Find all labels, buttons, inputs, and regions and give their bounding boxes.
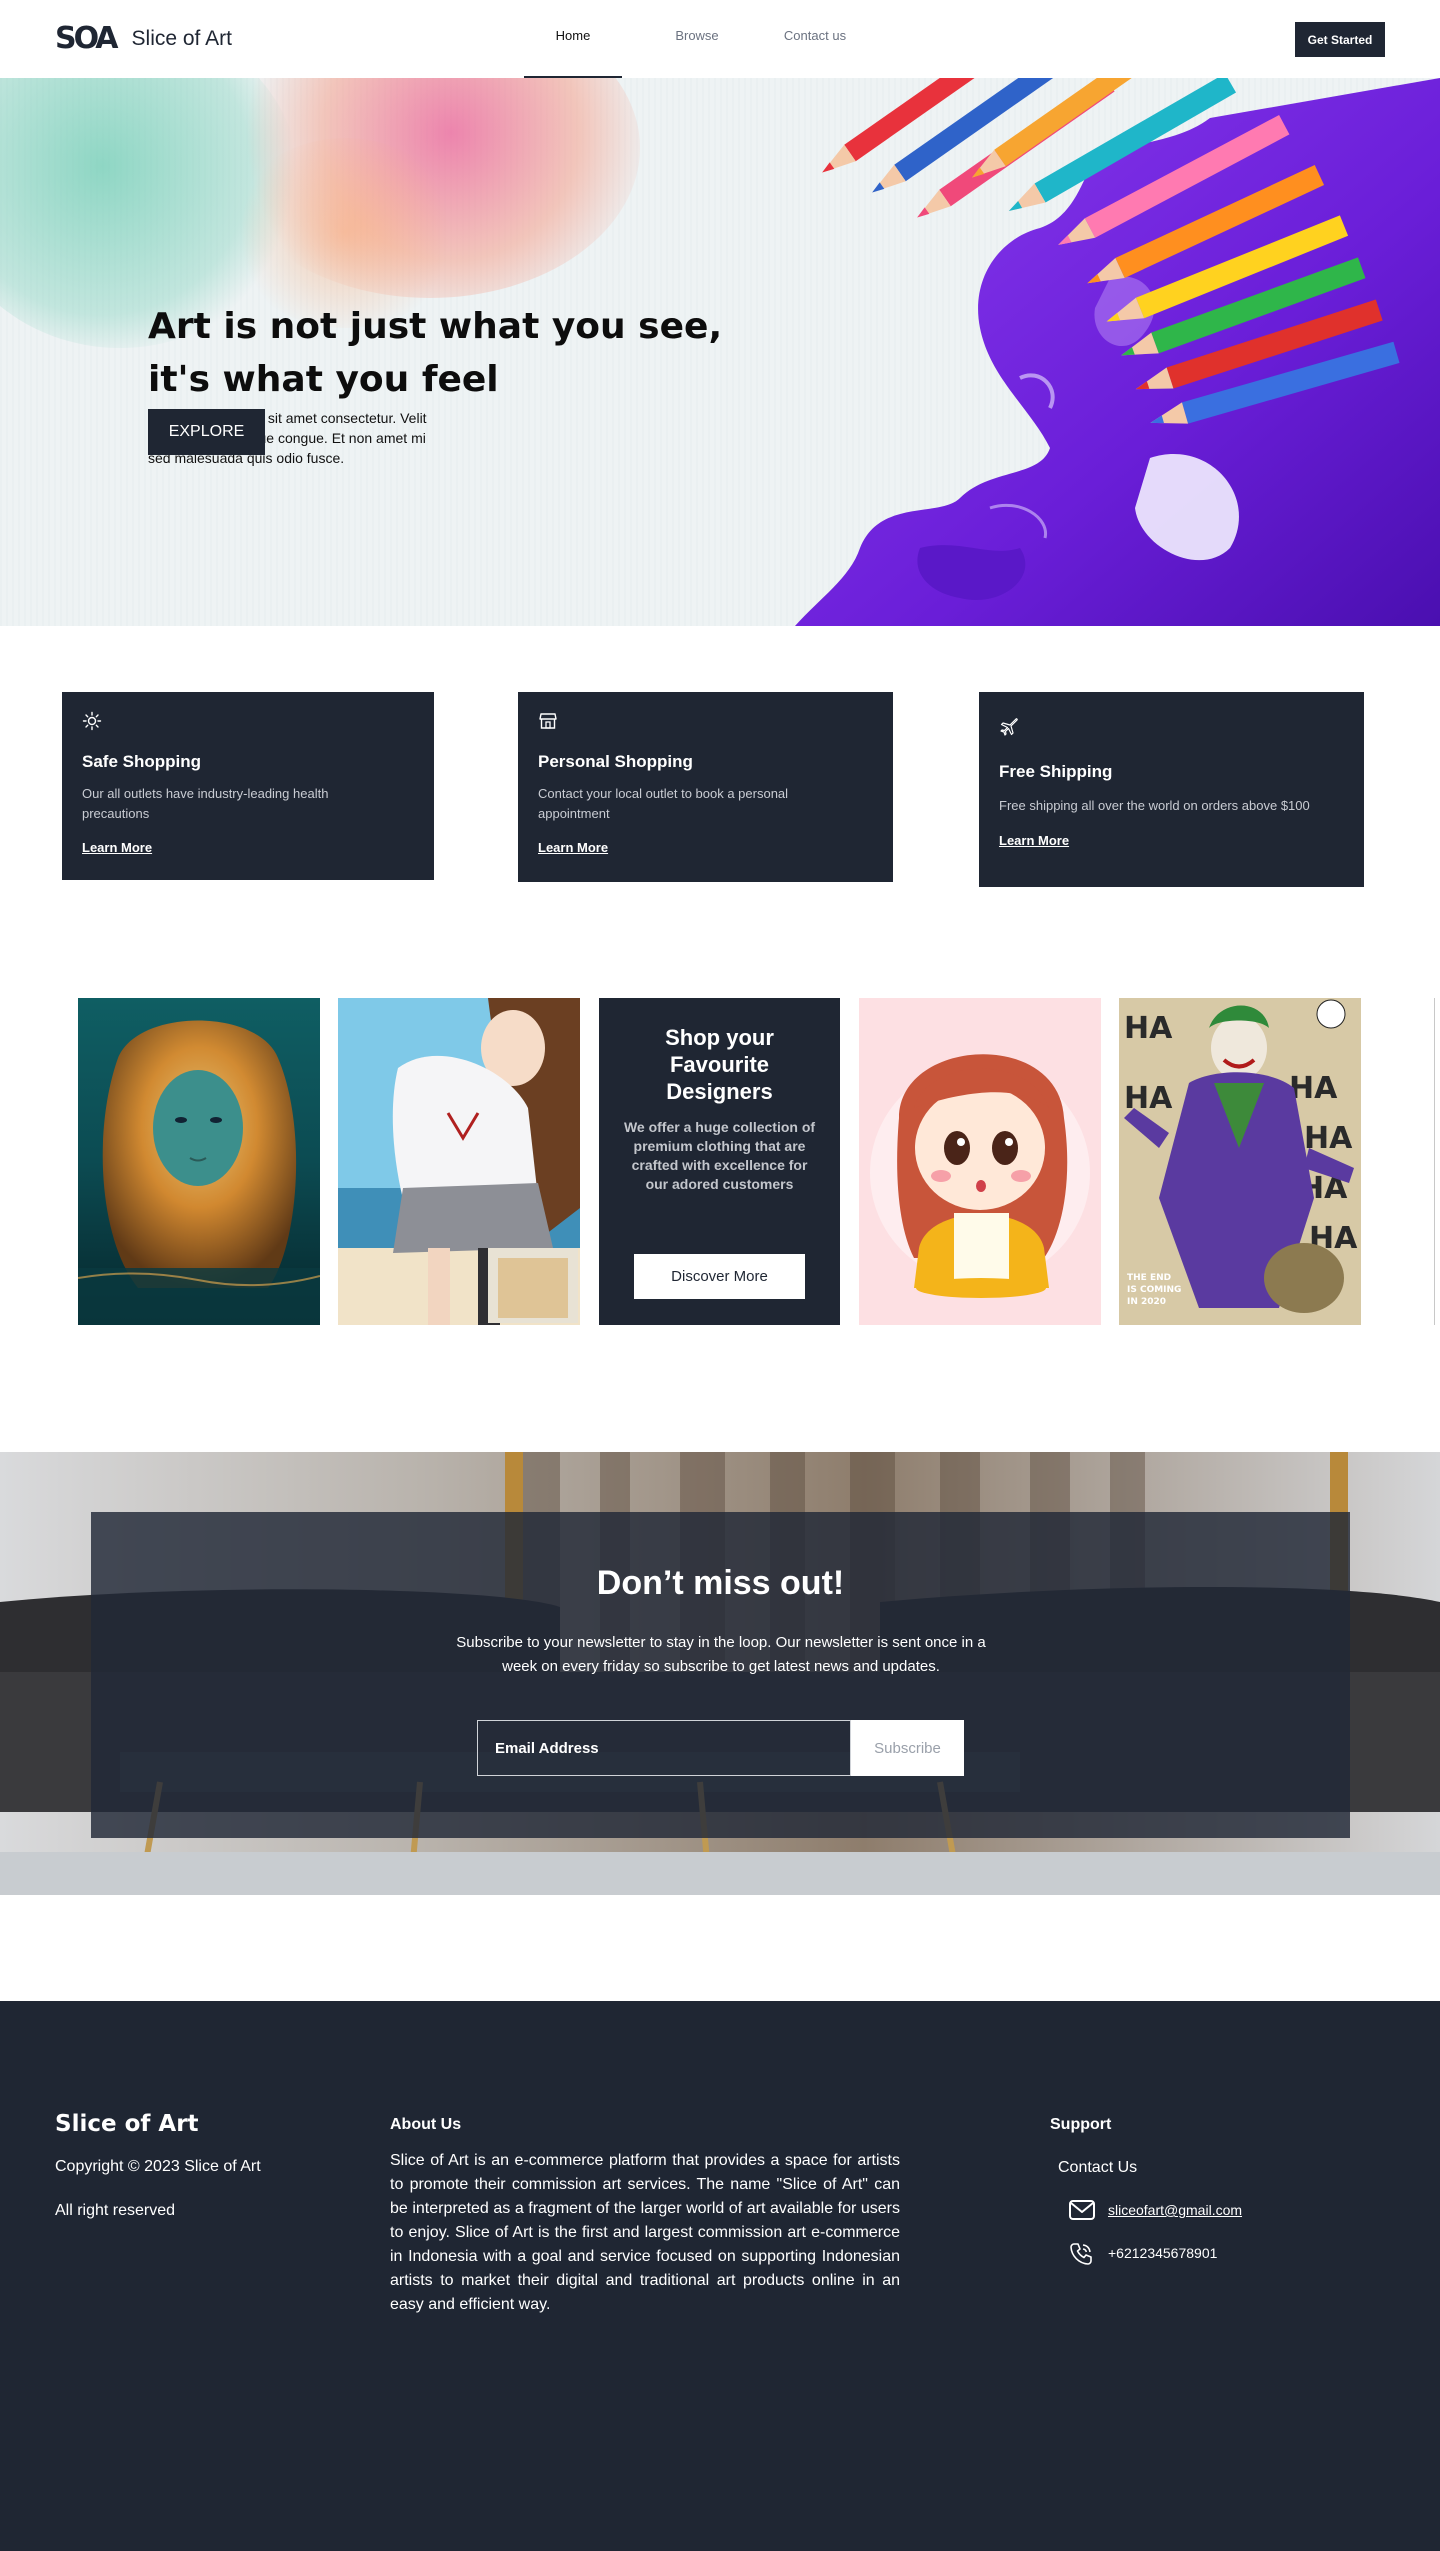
feature-title: Personal Shopping <box>538 752 693 771</box>
feature-text: Contact your local outlet to book a pers… <box>538 786 789 821</box>
about-us-text: Slice of Art is an e-commerce platform t… <box>390 2152 900 2313</box>
top-navbar: SOA Slice of Art Home Browse Contact us … <box>0 0 1440 78</box>
learn-more-link[interactable]: Learn More <box>538 840 608 855</box>
promo-title-line: Favourite <box>669 1052 770 1077</box>
explore-button[interactable]: EXPLORE <box>148 409 265 455</box>
sun-icon <box>82 711 102 731</box>
svg-text:HA: HA <box>1289 1071 1338 1106</box>
promo-title: Shop your Favourite Designers <box>599 1024 840 1105</box>
newsletter-section: Don’t miss out! Subscribe to your newsle… <box>0 1452 1440 1895</box>
newsletter-title: Don’t miss out! <box>596 1564 845 1602</box>
gallery-image-joker-comic[interactable]: HA HA HA HA HA HA THE END IS COMING IN 2020 <box>1119 998 1361 1325</box>
store-icon <box>539 713 557 729</box>
mail-icon <box>1069 2200 1095 2220</box>
discover-more-button[interactable]: Discover More <box>634 1254 805 1299</box>
about-us-heading: About Us <box>390 2116 462 2133</box>
feature-text: Our all outlets have industry-leading he… <box>82 786 329 821</box>
feature-title: Free Shipping <box>999 762 1113 781</box>
email-address-input[interactable]: Email Address <box>477 1720 851 1776</box>
feature-card-personal-shopping: Personal Shopping Contact your local out… <box>518 692 893 882</box>
promo-title-line: Designers <box>666 1079 773 1104</box>
learn-more-link[interactable]: Learn More <box>999 833 1069 848</box>
newsletter-description: Subscribe to your newsletter to stay in … <box>456 1634 986 1675</box>
hero-banner: Art is not just what you see, it's what … <box>0 78 1440 626</box>
colored-pencils-illustration <box>822 78 1400 424</box>
main-nav: Home Browse Contact us <box>524 0 858 78</box>
airplane-icon <box>1000 718 1018 736</box>
contact-us-link[interactable]: Contact Us <box>1058 2159 1137 2177</box>
hero-title: Art is not just what you see, it's what … <box>148 300 748 406</box>
gallery-image-schoolgirl[interactable] <box>338 998 580 1325</box>
artwork-image <box>78 998 320 1325</box>
learn-more-link[interactable]: Learn More <box>82 840 152 855</box>
logo-mark: SOA <box>55 21 119 56</box>
comic-caption: THE END <box>1127 1273 1171 1283</box>
feature-text: Free shipping all over the world on orde… <box>999 798 1310 813</box>
nav-link-home[interactable]: Home <box>524 0 622 78</box>
svg-text:HA: HA <box>1124 1011 1173 1046</box>
artwork-image <box>859 998 1101 1325</box>
support-phone: +6212345678901 <box>1108 2245 1218 2261</box>
feature-title: Safe Shopping <box>82 752 201 771</box>
svg-text:IN 2020: IN 2020 <box>1127 1297 1166 1307</box>
promo-text: We offer a huge collection of premium cl… <box>623 1119 816 1192</box>
support-heading: Support <box>1050 2116 1112 2133</box>
newsletter-panel: Don’t miss out! Subscribe to your newsle… <box>91 1512 1350 1838</box>
gallery-image-underwater-girl[interactable] <box>78 998 320 1325</box>
support-email-link[interactable]: sliceofart@gmail.com <box>1108 2202 1242 2218</box>
feature-card-free-shipping: Free Shipping Free shipping all over the… <box>979 692 1364 887</box>
hero-title-line-1: Art is not just what you see, <box>148 306 723 347</box>
footer-rights: All right reserved <box>55 2202 176 2219</box>
nav-link-contact[interactable]: Contact us <box>772 0 858 78</box>
promo-card-shop-designers: Shop your Favourite Designers We offer a… <box>599 998 840 1325</box>
svg-text:IS COMING: IS COMING <box>1127 1285 1181 1295</box>
artwork-image: HAHAHA HAHAHA THE END IS COMING IN 2020 <box>1119 998 1361 1325</box>
footer-copyright: Copyright © 2023 Slice of Art <box>55 2158 261 2175</box>
brand-logo[interactable]: SOA Slice of Art <box>55 22 232 56</box>
phone-icon <box>1070 2243 1092 2265</box>
nav-link-browse[interactable]: Browse <box>622 0 772 78</box>
promo-title-line: Shop your <box>665 1025 774 1050</box>
feature-card-safe-shopping: Safe Shopping Our all outlets have indus… <box>62 692 434 880</box>
get-started-button[interactable]: Get Started <box>1295 22 1385 57</box>
artwork-image <box>338 998 580 1325</box>
subscribe-button[interactable]: Subscribe <box>851 1720 964 1776</box>
newsletter-form: Email Address Subscribe <box>477 1720 964 1776</box>
logo-text: Slice of Art <box>131 27 232 50</box>
site-footer: Slice of Art Copyright © 2023 Slice of A… <box>0 2001 1440 2551</box>
gallery-image-chibi-girl[interactable] <box>859 998 1101 1325</box>
carousel-edge-divider <box>1434 998 1435 1325</box>
footer-brand: Slice of Art <box>55 2111 199 2137</box>
hero-title-line-2: it's what you feel <box>148 359 499 400</box>
